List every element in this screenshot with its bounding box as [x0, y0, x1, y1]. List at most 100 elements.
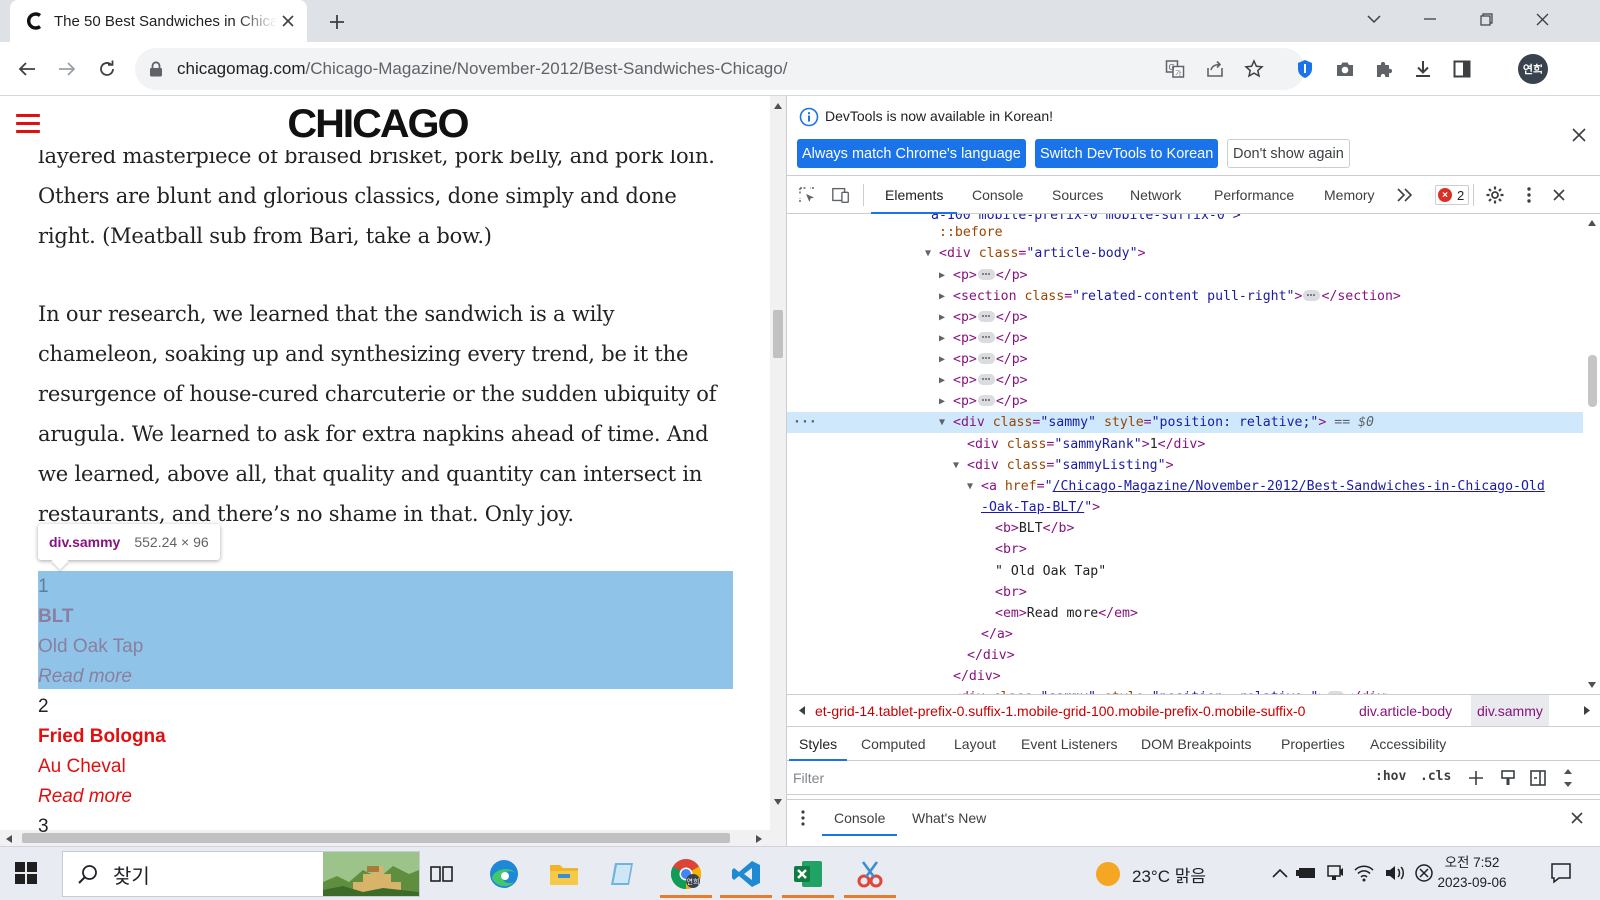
- close-devtools-icon[interactable]: [1549, 185, 1569, 205]
- dom-node[interactable]: ▶ <p> </p>: [787, 328, 1583, 349]
- dom-node[interactable]: ▶<div class="sammy" style="position: rel…: [787, 687, 1583, 694]
- scroll-down-arrow-icon[interactable]: [774, 798, 782, 806]
- volume-icon[interactable]: [1384, 864, 1406, 882]
- scroll-left-arrow-icon[interactable]: [6, 835, 12, 843]
- close-drawer-icon[interactable]: [1569, 810, 1585, 826]
- dom-node[interactable]: " Old Oak Tap": [787, 561, 1583, 582]
- tab-event-listeners[interactable]: Event Listeners: [1021, 727, 1118, 761]
- drawer-tab-whats-new[interactable]: What's New: [912, 800, 986, 836]
- collapsed-triangle-icon[interactable]: ▶: [939, 307, 951, 328]
- tab-console[interactable]: Console: [972, 176, 1023, 214]
- sammy-place[interactable]: Au Cheval: [38, 752, 738, 782]
- color-format-icon[interactable]: [1499, 769, 1517, 787]
- class-toggle-button[interactable]: .cls: [1420, 769, 1451, 784]
- hamburger-menu-icon[interactable]: [16, 114, 40, 134]
- breadcrumb-item[interactable]: et-grid-14.tablet-prefix-0.suffix-1.mobi…: [815, 703, 1305, 719]
- dom-node[interactable]: ▼ <div class="sammyListing">: [787, 455, 1583, 476]
- battery-icon[interactable]: [1296, 865, 1318, 881]
- collapsed-triangle-icon[interactable]: ▶: [939, 687, 951, 694]
- minimize-icon[interactable]: [1402, 0, 1458, 38]
- dom-node[interactable]: -Oak-Tap-BLT/">: [787, 497, 1583, 518]
- back-arrow-icon[interactable]: [12, 54, 42, 84]
- tray-overflow-chevron-icon[interactable]: [1272, 867, 1288, 879]
- tab-dom-breakpoints[interactable]: DOM Breakpoints: [1141, 727, 1251, 761]
- scroll-right-arrow-icon[interactable]: [756, 835, 762, 843]
- drawer-menu-icon[interactable]: [801, 809, 805, 827]
- collapsed-triangle-icon[interactable]: ▶: [939, 370, 951, 391]
- ellipsis-icon[interactable]: [1303, 289, 1321, 301]
- inspect-element-icon[interactable]: [797, 185, 817, 205]
- error-count-badge[interactable]: × 2: [1435, 185, 1470, 205]
- tab-layout[interactable]: Layout: [954, 727, 996, 761]
- password-manager-shield-icon[interactable]: [1290, 54, 1320, 84]
- chrome-taskbar-icon[interactable]: 연희: [658, 850, 714, 898]
- expanded-triangle-icon[interactable]: ▼: [925, 243, 937, 264]
- dom-node[interactable]: <br>: [787, 582, 1583, 603]
- new-tab-button[interactable]: [323, 8, 351, 36]
- reload-icon[interactable]: [92, 54, 122, 84]
- address-bar[interactable]: chicagomag.com/Chicago-Magazine/November…: [135, 48, 1305, 90]
- collapsed-triangle-icon[interactable]: ▶: [939, 286, 951, 307]
- bookmark-star-icon[interactable]: [1239, 54, 1269, 84]
- dom-node[interactable]: ▶ <p> </p>: [787, 370, 1583, 391]
- extensions-puzzle-icon[interactable]: [1369, 54, 1399, 84]
- dom-node[interactable]: ▶ <section class="related-content pull-ri…: [787, 286, 1583, 307]
- sammy-item[interactable]: 2 Fried Bologna Au Cheval Read more: [38, 692, 738, 812]
- collapsed-triangle-icon[interactable]: ▶: [939, 328, 951, 349]
- sammy-name[interactable]: Fried Bologna: [38, 722, 738, 752]
- dont-show-again-button[interactable]: Don't show again: [1227, 139, 1350, 168]
- collapsed-triangle-icon[interactable]: ▶: [939, 391, 951, 412]
- device-toolbar-icon[interactable]: [831, 185, 851, 205]
- dom-node[interactable]: ▶ <p> </p>: [787, 265, 1583, 286]
- task-view-icon[interactable]: [414, 850, 470, 898]
- dom-node[interactable]: <br>: [787, 539, 1583, 560]
- tab-accessibility[interactable]: Accessibility: [1370, 727, 1446, 761]
- browser-tab[interactable]: The 50 Best Sandwiches in Chicago: [10, 0, 307, 42]
- excel-icon[interactable]: [780, 850, 836, 898]
- dom-node[interactable]: <em>Read more</em>: [787, 603, 1583, 624]
- styles-scroll-arrows-icon[interactable]: [1563, 766, 1573, 790]
- devtools-menu-icon[interactable]: [1519, 185, 1539, 205]
- dom-node[interactable]: ▼ <div class="article-body">: [787, 243, 1583, 264]
- tab-memory[interactable]: Memory: [1324, 176, 1375, 214]
- tab-sources[interactable]: Sources: [1052, 176, 1103, 214]
- breadcrumb-item-current[interactable]: div.sammy: [1471, 695, 1549, 726]
- file-explorer-icon[interactable]: [536, 850, 592, 898]
- expanded-triangle-icon[interactable]: ▼: [953, 455, 965, 476]
- taskbar-search-box[interactable]: 찾기: [62, 851, 420, 897]
- sammy-item[interactable]: 1 BLT Old Oak Tap Read more: [38, 572, 738, 692]
- styles-filter-input[interactable]: [793, 766, 1363, 790]
- more-tabs-chevron-icon[interactable]: [1395, 185, 1415, 205]
- site-logo[interactable]: CHICAGO: [287, 102, 469, 147]
- drawer-tab-console[interactable]: Console: [821, 800, 898, 836]
- elements-scrollbar[interactable]: [1583, 214, 1600, 694]
- snipping-tool-icon[interactable]: [842, 850, 898, 898]
- expanded-triangle-icon[interactable]: ▼: [939, 412, 951, 433]
- dom-node[interactable]: <b>BLT</b>: [787, 518, 1583, 539]
- hover-state-button[interactable]: :hov: [1375, 769, 1406, 784]
- ellipsis-icon[interactable]: [977, 331, 995, 343]
- node-actions-icon[interactable]: ···: [793, 412, 817, 433]
- settings-gear-icon[interactable]: [1485, 185, 1505, 205]
- dom-node[interactable]: ::before: [787, 222, 1583, 243]
- read-more-link[interactable]: Read more: [38, 662, 738, 692]
- add-style-rule-icon[interactable]: [1467, 769, 1485, 787]
- breadcrumb-left-arrow-icon[interactable]: [799, 706, 805, 715]
- tab-elements[interactable]: Elements: [870, 176, 958, 214]
- always-match-language-button[interactable]: Always match Chrome's language: [797, 139, 1026, 168]
- sammy-item[interactable]: 3: [38, 812, 738, 842]
- computed-sidebar-toggle-icon[interactable]: [1529, 769, 1547, 787]
- side-panel-icon[interactable]: [1447, 54, 1477, 84]
- dom-node[interactable]: ▼ <a href="/Chicago-Magazine/November-201…: [787, 476, 1583, 497]
- windows-start-icon[interactable]: [14, 861, 38, 885]
- expanded-triangle-icon[interactable]: ▼: [967, 476, 979, 497]
- ellipsis-icon[interactable]: [977, 373, 995, 385]
- dom-node[interactable]: </a>: [787, 624, 1583, 645]
- page-vertical-scrollbar[interactable]: [770, 96, 786, 846]
- taskbar-clock[interactable]: 오전 7:52 2023-09-06: [1426, 853, 1518, 893]
- ellipsis-icon[interactable]: [977, 352, 995, 364]
- tab-search-icon[interactable]: [1346, 0, 1402, 38]
- tab-properties[interactable]: Properties: [1281, 727, 1345, 761]
- lock-icon[interactable]: [149, 61, 165, 77]
- notification-center-icon[interactable]: [1550, 862, 1572, 884]
